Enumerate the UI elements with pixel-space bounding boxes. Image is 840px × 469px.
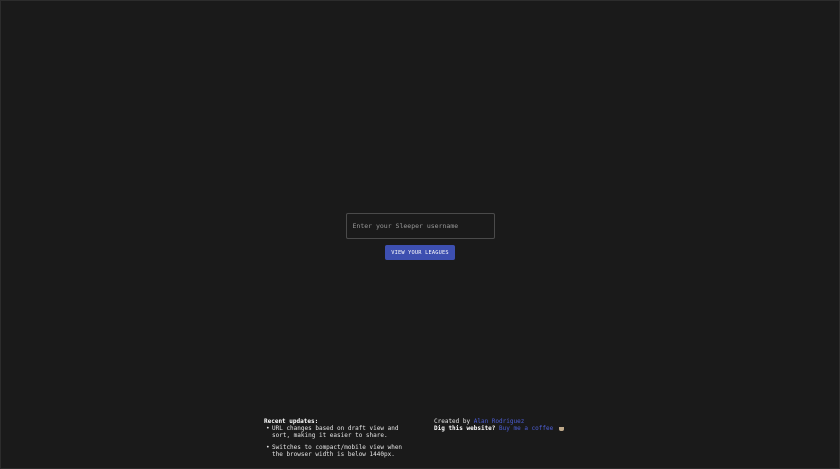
created-by-line: Created by Alan Rodriguez: [434, 418, 594, 425]
list-item: URL changes based on draft view and sort…: [264, 425, 414, 439]
dig-label: Dig this website?: [434, 425, 496, 433]
updates-title: Recent updates:: [264, 418, 319, 425]
coffee-line: Dig this website? Buy me a coffee: [434, 425, 594, 432]
created-by-label: Created by: [434, 418, 471, 425]
recent-updates: Recent updates: URL changes based on dra…: [264, 418, 414, 462]
page-frame: VIEW YOUR LEAGUES Recent updates: URL ch…: [0, 0, 840, 469]
coffee-icon: [558, 426, 564, 431]
list-item: Switches to compact/mobile view when the…: [264, 444, 414, 458]
credits: Created by Alan Rodriguez Dig this websi…: [434, 418, 594, 432]
buy-coffee-link[interactable]: Buy me a coffee: [499, 425, 553, 432]
view-leagues-button[interactable]: VIEW YOUR LEAGUES: [385, 245, 455, 260]
updates-list: URL changes based on draft view and sort…: [264, 425, 414, 458]
author-link[interactable]: Alan Rodriguez: [474, 418, 525, 425]
login-panel: VIEW YOUR LEAGUES: [1, 213, 839, 260]
username-input[interactable]: [345, 213, 495, 239]
